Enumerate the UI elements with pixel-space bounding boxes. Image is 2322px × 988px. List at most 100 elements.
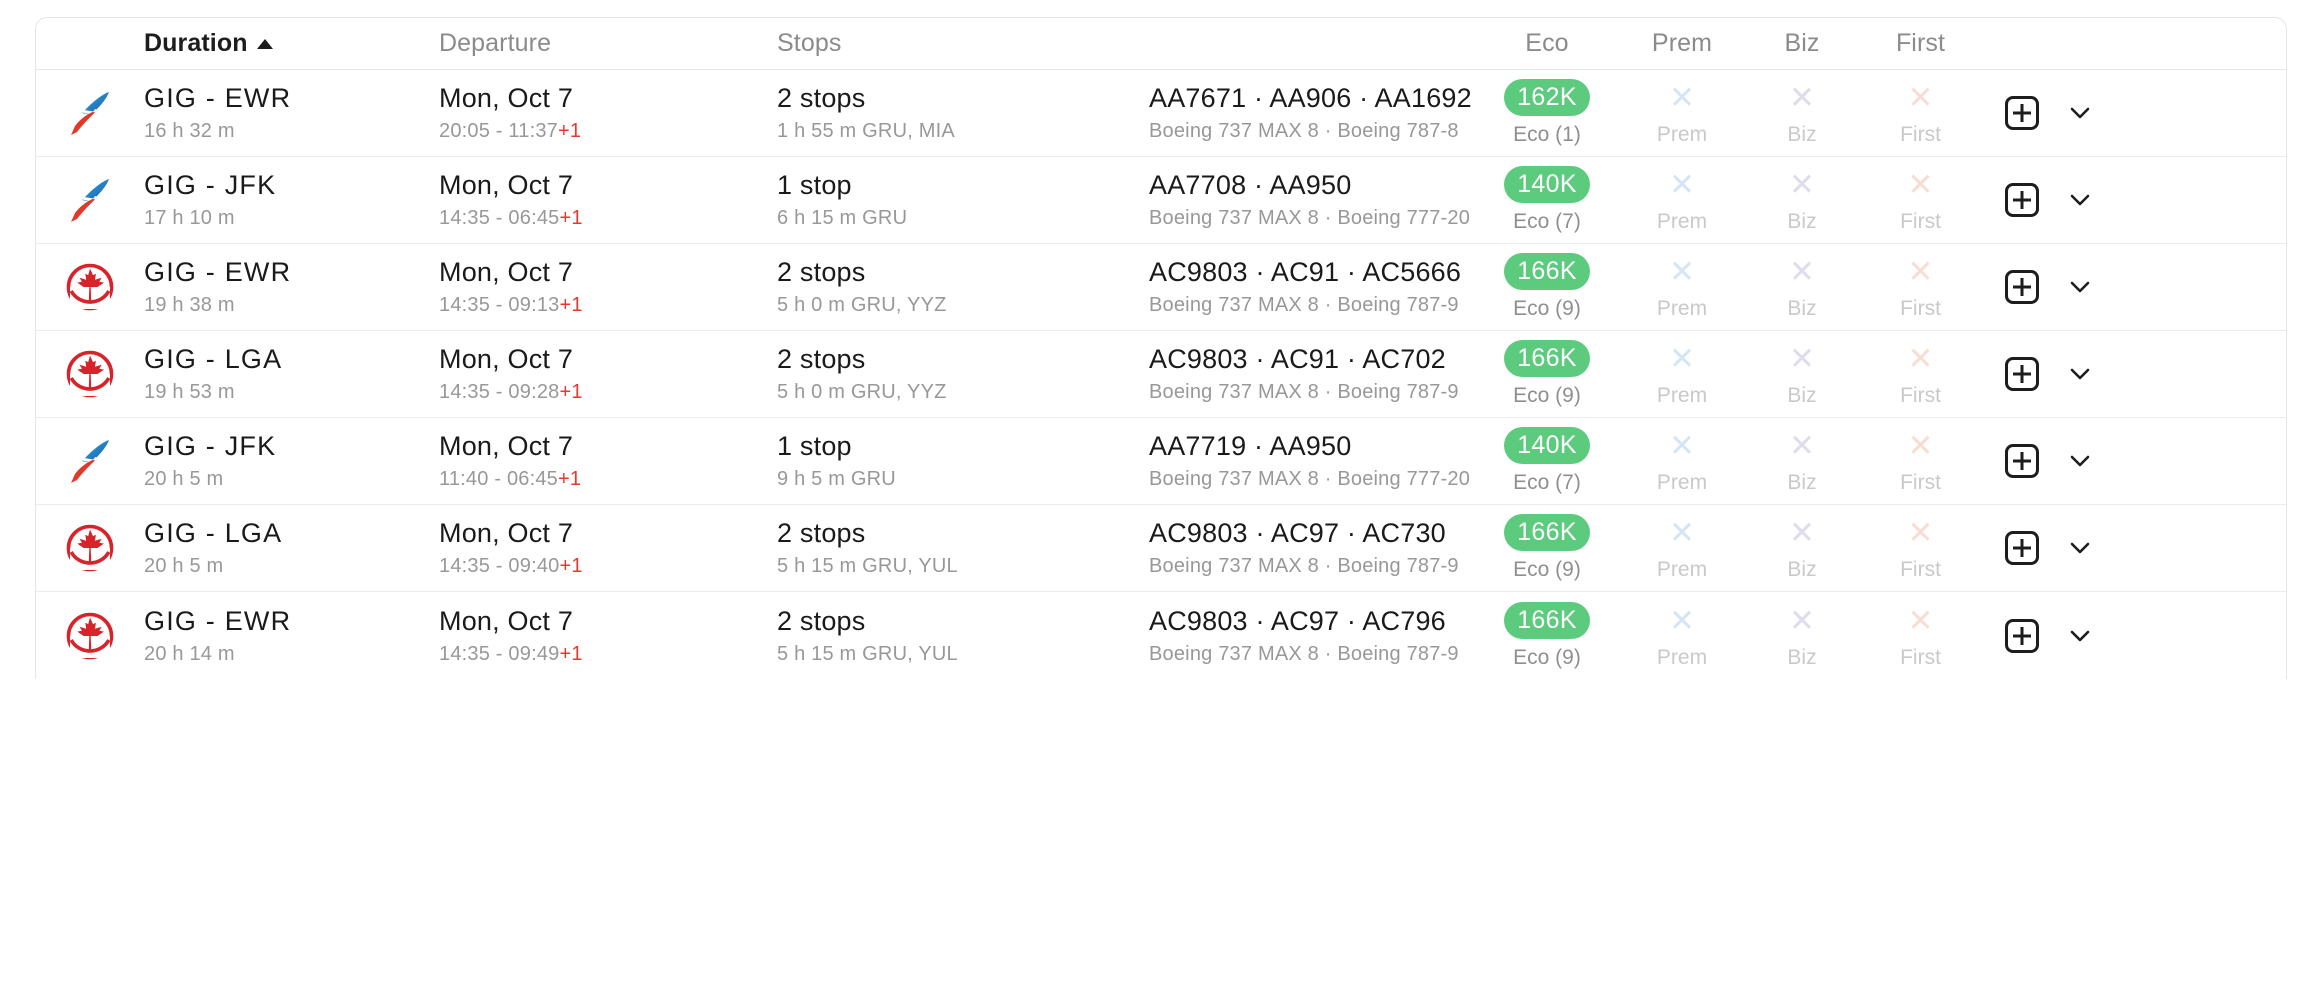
fare-cell-eco[interactable]: 166K Eco (9) [1476,601,1618,670]
fare-price-badge: 162K [1504,79,1590,116]
next-day-indicator: +1 [558,468,582,490]
departure-cell: Mon, Oct 7 14:35 - 06:45+1 [439,170,777,230]
aircraft-types: Boeing 737 MAX 8 · Boeing 787-9 [1149,642,1459,665]
row-actions [1983,96,2286,130]
route-label: GIG - EWR [144,83,292,113]
flight-row[interactable]: GIG - JFK 17 h 10 m Mon, Oct 7 14:35 - 06:4… [36,157,2286,244]
aircraft-types: Boeing 737 MAX 8 · Boeing 787-8 [1149,120,1459,142]
fare-unavailable-x-icon: ✕ [1789,167,1815,202]
layover-detail: 5 h 15 m GRU, YUL [777,555,958,577]
column-header-biz[interactable]: Biz [1746,29,1858,58]
departure-date: Mon, Oct 7 [439,431,574,461]
column-header-prem[interactable]: Prem [1618,29,1746,58]
chevron-down-icon[interactable] [2065,621,2095,651]
fare-class-label: Biz [1787,558,1817,581]
fare-cell-eco[interactable]: 166K Eco (9) [1476,253,1618,321]
stops-count: 2 stops [777,344,866,374]
add-to-compare-icon[interactable] [2005,444,2039,478]
fare-unavailable-x-icon: ✕ [1789,515,1815,550]
row-actions [1983,618,2286,653]
stops-count: 2 stops [777,257,866,287]
fare-unavailable-x-icon: ✕ [1669,428,1695,463]
fare-price-badge: 140K [1504,166,1590,203]
fare-class-label: First [1900,297,1941,320]
fare-cell-prem: ✕ Prem [1618,602,1746,670]
column-header-departure[interactable]: Departure [439,29,777,58]
stops-cell: 1 stop 9 h 5 m GRU [777,431,1149,491]
chevron-down-icon[interactable] [2065,185,2095,215]
duration-label: 19 h 38 m [144,294,235,316]
column-header-eco[interactable]: Eco [1476,29,1618,58]
fare-class-label: Eco (9) [1513,558,1581,581]
flight-row[interactable]: GIG - LGA 20 h 5 m Mon, Oct 7 14:35 - 09:40… [36,505,2286,592]
flight-row[interactable]: GIG - EWR 19 h 38 m Mon, Oct 7 14:35 - 09:1… [36,244,2286,331]
fare-class-label: Eco (9) [1513,645,1581,669]
column-header-first[interactable]: First [1858,29,1983,58]
chevron-down-icon[interactable] [2065,272,2095,302]
flight-row[interactable]: GIG - EWR 20 h 14 m Mon, Oct 7 14:35 - 09:4… [36,592,2286,679]
fare-price-badge: 166K [1504,601,1590,639]
departure-times: 14:35 - 09:13+1 [439,294,583,316]
fare-cell-first: ✕ First [1858,340,1983,408]
add-to-compare-icon[interactable] [2005,531,2039,565]
layover-detail: 6 h 15 m GRU [777,207,908,229]
add-to-compare-icon[interactable] [2005,618,2039,653]
departure-times: 14:35 - 09:40+1 [439,555,583,577]
airline-logo-american-airlines [36,157,144,243]
fare-cell-prem: ✕ Prem [1618,79,1746,147]
flight-numbers-cell: AA7671 · AA906 · AA1692 Boeing 737 MAX 8 … [1149,83,1476,143]
flight-row[interactable]: GIG - JFK 20 h 5 m Mon, Oct 7 11:40 - 06:45… [36,418,2286,505]
fare-class-label: Eco (7) [1513,210,1581,233]
fare-class-label: First [1900,471,1941,494]
chevron-down-icon[interactable] [2065,98,2095,128]
flight-numbers: AC9803 · AC91 · AC5666 [1149,257,1462,287]
fare-cell-eco[interactable]: 166K Eco (9) [1476,340,1618,408]
layover-detail: 9 h 5 m GRU [777,468,896,490]
airline-logo-american-airlines [36,70,144,156]
route-label: GIG - LGA [144,344,283,374]
fare-unavailable-x-icon: ✕ [1669,602,1695,638]
flight-numbers-cell: AC9803 · AC97 · AC796 Boeing 737 MAX 8 · … [1149,606,1476,666]
chevron-down-icon[interactable] [2065,359,2095,389]
flight-row[interactable]: GIG - LGA 19 h 53 m Mon, Oct 7 14:35 - 09:2… [36,331,2286,418]
fare-unavailable-x-icon: ✕ [1789,254,1815,289]
column-header-duration[interactable]: Duration [144,29,439,58]
duration-label: 17 h 10 m [144,207,235,229]
add-to-compare-icon[interactable] [2005,96,2039,130]
fare-unavailable-x-icon: ✕ [1789,341,1815,376]
stops-count: 1 stop [777,431,852,461]
aircraft-types: Boeing 737 MAX 8 · Boeing 787-9 [1149,294,1459,316]
flight-numbers-cell: AC9803 · AC91 · AC702 Boeing 737 MAX 8 · … [1149,344,1476,404]
fare-unavailable-x-icon: ✕ [1907,428,1934,463]
chevron-down-icon[interactable] [2065,533,2095,563]
layover-detail: 5 h 0 m GRU, YYZ [777,294,947,316]
chevron-down-icon[interactable] [2065,446,2095,476]
fare-cell-eco[interactable]: 140K Eco (7) [1476,427,1618,495]
departure-date: Mon, Oct 7 [439,257,574,287]
duration-label: 20 h 5 m [144,555,224,577]
airline-logo-air-canada [36,244,144,330]
add-to-compare-icon[interactable] [2005,183,2039,217]
row-actions [1983,444,2286,478]
stops-cell: 2 stops 5 h 15 m GRU, YUL [777,606,1149,666]
route-label: GIG - JFK [144,431,277,461]
add-to-compare-icon[interactable] [2005,270,2039,304]
departure-times: 14:35 - 09:28+1 [439,381,583,403]
fare-class-label: Prem [1656,297,1708,320]
airline-logo-american-airlines [36,418,144,504]
departure-date: Mon, Oct 7 [439,170,574,200]
airline-logo-air-canada [36,331,144,417]
fare-cell-eco[interactable]: 166K Eco (9) [1476,514,1618,582]
fare-cell-first: ✕ First [1858,514,1983,582]
next-day-indicator: +1 [558,120,582,142]
fare-class-label: First [1900,123,1941,146]
fare-class-label: Prem [1656,123,1708,146]
aircraft-types: Boeing 737 MAX 8 · Boeing 787-9 [1149,555,1459,577]
fare-cell-eco[interactable]: 162K Eco (1) [1476,79,1618,147]
column-header-stops[interactable]: Stops [777,29,1149,58]
airline-logo-air-canada [36,505,144,591]
add-to-compare-icon[interactable] [2005,357,2039,391]
flight-row[interactable]: GIG - EWR 16 h 32 m Mon, Oct 7 20:05 - 11:3… [36,70,2286,157]
fare-cell-eco[interactable]: 140K Eco (7) [1476,166,1618,234]
fare-unavailable-x-icon: ✕ [1789,602,1815,638]
